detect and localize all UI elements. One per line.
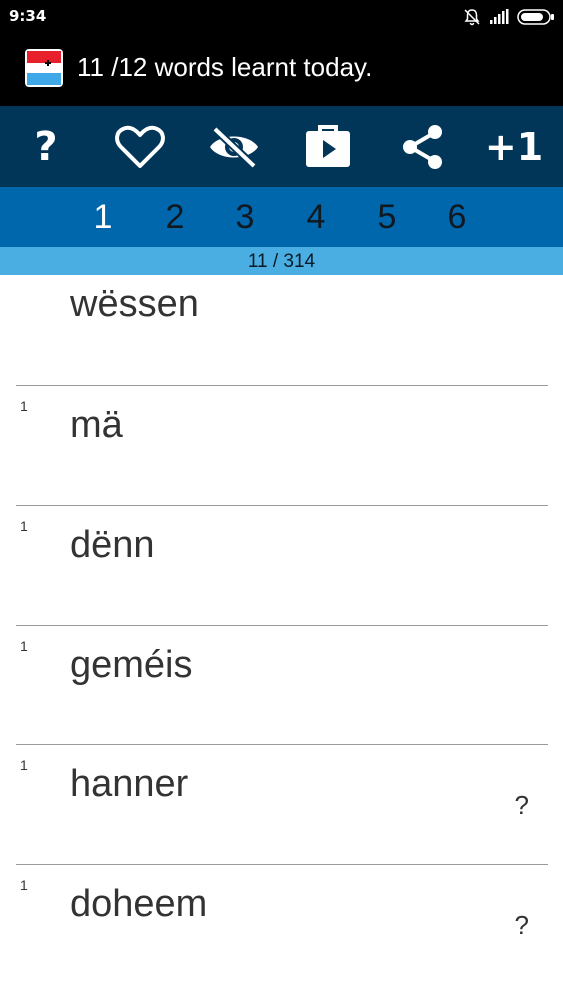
luxembourg-flag-icon[interactable] <box>25 49 63 87</box>
word-level: 1 <box>20 398 28 414</box>
progress-counter: 11 / 314 <box>0 247 563 275</box>
word-text: mä <box>70 404 123 446</box>
play-store-button[interactable] <box>300 106 356 187</box>
hint-icon[interactable]: ? <box>515 790 529 821</box>
page-title: 11 /12 words learnt today. <box>77 52 373 82</box>
status-time: 9:34 <box>9 7 47 25</box>
favorite-button[interactable] <box>110 106 170 187</box>
list-item[interactable]: 1 hanner ? <box>0 745 563 865</box>
share-button[interactable] <box>394 106 450 187</box>
list-item[interactable]: 1 dënn <box>0 506 563 626</box>
plus-one-button[interactable]: +1 <box>482 106 546 187</box>
level-tab-4[interactable]: 4 <box>296 187 336 247</box>
play-store-icon <box>306 124 350 167</box>
plus-one-icon: +1 <box>484 124 544 169</box>
level-tabs: 1 2 3 4 5 6 <box>0 187 563 247</box>
list-item[interactable]: wëssen <box>0 275 563 395</box>
signal-icon <box>490 9 509 24</box>
mute-icon <box>464 9 480 26</box>
level-tab-2[interactable]: 2 <box>155 187 195 247</box>
word-text: hanner <box>70 763 189 805</box>
list-item[interactable]: 1 mä <box>0 386 563 506</box>
word-text: wëssen <box>70 283 199 325</box>
level-tab-3[interactable]: 3 <box>225 187 265 247</box>
list-item[interactable]: 1 geméis <box>0 626 563 746</box>
word-level: 1 <box>20 877 28 893</box>
list-item[interactable]: 1 doheem ? <box>0 865 563 985</box>
status-bar: 9:34 <box>0 0 563 34</box>
help-icon: ? <box>34 123 58 170</box>
word-level: 1 <box>20 638 28 654</box>
help-button[interactable]: ? <box>18 106 74 187</box>
level-tab-5[interactable]: 5 <box>367 187 407 247</box>
word-level: 1 <box>20 518 28 534</box>
hint-icon[interactable]: ? <box>515 910 529 941</box>
word-text: geméis <box>70 644 193 686</box>
toolbar: ? +1 <box>0 106 563 187</box>
share-icon <box>403 124 442 169</box>
word-level: 1 <box>20 757 28 773</box>
battery-icon <box>517 9 554 25</box>
hide-eye-icon <box>210 125 258 169</box>
word-text: dënn <box>70 524 155 566</box>
status-icons <box>463 6 555 28</box>
hide-button[interactable] <box>204 106 264 187</box>
word-text: doheem <box>70 883 208 925</box>
level-tab-1[interactable]: 1 <box>83 187 123 247</box>
level-tab-6[interactable]: 6 <box>437 187 477 247</box>
heart-icon <box>115 125 165 168</box>
